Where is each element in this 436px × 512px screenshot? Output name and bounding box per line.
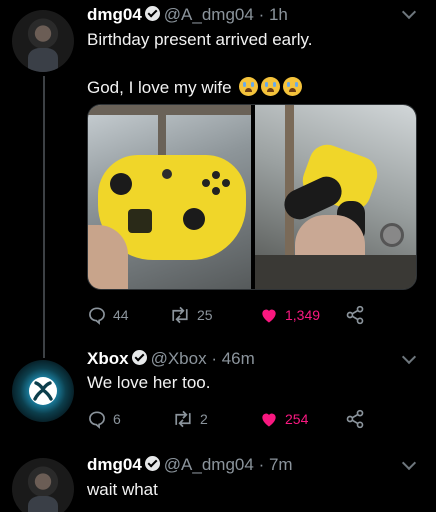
- tweet-header: Xbox @Xbox · 46m: [87, 349, 255, 369]
- tweet-text: God, I love my wife: [87, 78, 232, 97]
- reply-count: 6: [113, 411, 121, 427]
- like-button[interactable]: 1,349: [259, 305, 320, 325]
- reply-icon: [89, 411, 105, 429]
- avatar[interactable]: [12, 458, 74, 512]
- tweet-text-line: Birthday present arrived early.: [87, 30, 313, 49]
- retweet-icon: [172, 306, 188, 324]
- loudly-crying-face-emoji-icon: [239, 77, 259, 96]
- handle[interactable]: @A_dmg04: [164, 5, 254, 24]
- share-icon: [346, 305, 364, 325]
- like-button[interactable]: 254: [259, 409, 308, 429]
- xbox-logo-icon: [29, 377, 57, 405]
- retweet-button[interactable]: 25: [169, 305, 213, 325]
- avatar[interactable]: [12, 10, 74, 72]
- reply-icon: [89, 307, 105, 325]
- yellow-controller-side-photo[interactable]: [255, 105, 416, 289]
- tweet-2[interactable]: Xbox @Xbox · 46m We love her too. 6 2 254: [0, 340, 436, 440]
- heart-icon: [262, 413, 276, 427]
- reply-button[interactable]: 6: [87, 409, 121, 429]
- retweet-icon: [175, 410, 191, 428]
- avatar[interactable]: [12, 360, 74, 422]
- display-name[interactable]: dmg04: [87, 5, 142, 24]
- tweet-media[interactable]: [87, 104, 417, 290]
- timestamp[interactable]: 46m: [222, 349, 255, 368]
- verified-badge-icon: [131, 350, 147, 365]
- heart-icon: [262, 309, 276, 323]
- verified-badge-icon: [144, 456, 160, 471]
- like-count: 254: [285, 411, 309, 427]
- tweet-actions: 44 25 1,349: [87, 305, 387, 327]
- timestamp[interactable]: 7m: [269, 455, 293, 474]
- tweet-text-line: We love her too.: [87, 373, 211, 392]
- loudly-crying-face-emoji-icon: [283, 77, 303, 96]
- share-button[interactable]: [344, 409, 366, 429]
- display-name[interactable]: Xbox: [87, 349, 129, 368]
- yellow-controller-front-photo[interactable]: [88, 105, 251, 289]
- tweet-text-line: wait what: [87, 480, 158, 499]
- tweet-header: dmg04 @A_dmg04 · 7m: [87, 455, 293, 475]
- reply-button[interactable]: 44: [87, 305, 129, 325]
- verified-badge-icon: [144, 6, 160, 21]
- tweet-3[interactable]: dmg04 @A_dmg04 · 7m wait what: [0, 446, 436, 512]
- chevron-down-icon[interactable]: [401, 349, 417, 365]
- like-count: 1,349: [285, 307, 321, 323]
- separator-dot: ·: [258, 455, 265, 474]
- separator-dot: ·: [258, 5, 265, 24]
- loudly-crying-face-emoji-icon: [261, 77, 281, 96]
- share-icon: [346, 409, 364, 429]
- tweet-1[interactable]: dmg04 @A_dmg04 · 1h Birthday present arri…: [0, 0, 436, 340]
- handle[interactable]: @A_dmg04: [164, 455, 254, 474]
- chevron-down-icon[interactable]: [401, 455, 417, 471]
- share-button[interactable]: [344, 305, 366, 325]
- tweet-header: dmg04 @A_dmg04 · 1h: [87, 5, 288, 25]
- retweet-count: 2: [200, 411, 208, 427]
- retweet-button[interactable]: 2: [172, 409, 208, 429]
- timestamp[interactable]: 1h: [269, 5, 288, 24]
- display-name[interactable]: dmg04: [87, 455, 142, 474]
- separator-dot: ·: [211, 349, 217, 368]
- retweet-count: 25: [197, 307, 213, 323]
- chevron-down-icon[interactable]: [401, 4, 417, 20]
- reply-count: 44: [113, 307, 129, 323]
- tweet-actions: 6 2 254: [87, 409, 387, 431]
- handle[interactable]: @Xbox: [151, 349, 207, 368]
- tweet-text-line: God, I love my wife: [87, 77, 303, 98]
